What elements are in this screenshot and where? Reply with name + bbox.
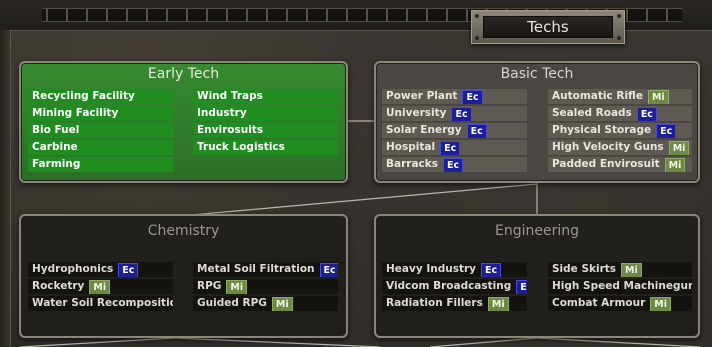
- tech-heavy-industry[interactable]: Heavy Industry Ec: [382, 262, 527, 277]
- tech-label: Hospital: [386, 141, 436, 153]
- tech-sealed-roads[interactable]: Sealed Roads Ec: [548, 106, 692, 121]
- tech-solar-energy[interactable]: Solar Energy Ec: [382, 123, 527, 138]
- tech-label: Side Skirts: [552, 263, 617, 275]
- tech-label: Radiation Fillers: [386, 297, 483, 309]
- tech-label: RPG: [197, 280, 222, 292]
- tech-physical-storage[interactable]: Physical Storage Ec: [548, 123, 692, 138]
- techs-title-plate: Techs: [471, 10, 625, 44]
- panel-early-tech: Early Tech Recycling Facility Mining Fac…: [19, 61, 348, 183]
- tech-side-skirts[interactable]: Side Skirts Mi: [548, 262, 692, 277]
- economy-badge: Ec: [451, 107, 472, 121]
- tech-high-speed-machinegun[interactable]: High Speed MachinegunMi: [548, 279, 692, 294]
- tech-label: Power Plant: [386, 90, 458, 102]
- tech-label: Hydrophonics: [32, 263, 114, 275]
- economy-badge: Ec: [443, 158, 464, 172]
- military-badge: Mi: [271, 297, 293, 311]
- page-title: Techs: [483, 16, 613, 38]
- tech-industry[interactable]: Industry: [193, 106, 338, 121]
- tech-label: Physical Storage: [552, 124, 652, 136]
- tech-high-velocity-guns[interactable]: High Velocity Guns Mi: [548, 140, 692, 155]
- tech-envirosuits[interactable]: Envirosuits: [193, 123, 338, 138]
- economy-badge: Ec: [440, 141, 461, 155]
- tech-automatic-rifle[interactable]: Automatic Rifle Mi: [548, 89, 692, 104]
- tech-radiation-fillers[interactable]: Radiation Fillers Mi: [382, 296, 527, 311]
- tech-label: University: [386, 107, 447, 119]
- military-badge: Mi: [226, 280, 248, 294]
- connector-chemistry-down-right: [174, 337, 381, 347]
- tech-hydrophonics[interactable]: Hydrophonics Ec: [28, 262, 173, 277]
- connector-engineering-down-right: [536, 337, 701, 347]
- tech-label: Water Soil Recompositio.: [32, 297, 173, 309]
- tech-metal-soil-filtration[interactable]: Metal Soil Filtration Ec: [193, 262, 338, 277]
- tech-power-plant[interactable]: Power Plant Ec: [382, 89, 527, 104]
- military-badge: Mi: [668, 141, 690, 155]
- tech-wind-traps[interactable]: Wind Traps: [193, 89, 338, 104]
- panel-title-early-tech: Early Tech: [147, 66, 220, 82]
- tech-water-soil-recomposition[interactable]: Water Soil Recompositio.Ec: [28, 296, 173, 311]
- tech-label: Sealed Roads: [552, 107, 632, 119]
- economy-badge: Ec: [466, 124, 487, 138]
- tech-hospital[interactable]: Hospital Ec: [382, 140, 527, 155]
- tech-label: Padded Envirosuit: [552, 158, 660, 170]
- panel-basic-tech: Basic Tech Power Plant Ec University Ec So…: [374, 61, 700, 183]
- panel-title-engineering: Engineering: [495, 223, 579, 239]
- tech-vidcom-broadcasting[interactable]: Vidcom Broadcasting Ec: [382, 279, 527, 294]
- tech-guided-rpg[interactable]: Guided RPG Mi: [193, 296, 338, 311]
- tech-rocketry[interactable]: Rocketry Mi: [28, 279, 173, 294]
- tech-label: High Speed Machinegun: [552, 280, 692, 292]
- economy-badge: Ec: [481, 263, 502, 277]
- economy-badge: Ec: [462, 90, 483, 104]
- tech-rpg[interactable]: RPG Mi: [193, 279, 338, 294]
- economy-badge: Ec: [656, 124, 677, 138]
- panel-title-basic-tech: Basic Tech: [500, 66, 574, 82]
- tech-label: Barracks: [386, 158, 438, 170]
- military-badge: Mi: [664, 158, 686, 172]
- connector-basic-chemistry: [179, 183, 538, 217]
- tech-combat-armour[interactable]: Combat Armour Mi: [548, 296, 692, 311]
- tech-university[interactable]: University Ec: [382, 106, 527, 121]
- panel-title-chemistry: Chemistry: [147, 223, 220, 239]
- tech-label: High Velocity Guns: [552, 141, 664, 153]
- military-badge: Mi: [621, 263, 642, 277]
- tech-padded-envirosuit[interactable]: Padded Envirosuit Mi: [548, 157, 692, 172]
- tech-label: Vidcom Broadcasting: [386, 280, 512, 292]
- tech-label: Guided RPG: [197, 297, 267, 309]
- tech-barracks[interactable]: Barracks Ec: [382, 157, 527, 172]
- economy-badge: Ec: [118, 263, 139, 277]
- tech-label: Rocketry: [32, 280, 85, 292]
- tech-label: Heavy Industry: [386, 263, 477, 275]
- military-badge: Mi: [647, 90, 669, 104]
- tech-mining-facility[interactable]: Mining Facility: [28, 106, 173, 121]
- economy-badge: Ec: [516, 280, 527, 294]
- tech-carbine[interactable]: Carbine: [28, 140, 173, 155]
- military-badge: Mi: [89, 280, 111, 294]
- military-badge: Mi: [487, 297, 509, 311]
- tech-label: Automatic Rifle: [552, 90, 643, 102]
- military-badge: Mi: [650, 297, 671, 311]
- economy-badge: Ec: [319, 263, 338, 277]
- tech-label: Solar Energy: [386, 124, 462, 136]
- economy-badge: Ec: [636, 107, 657, 121]
- tech-recycling-facility[interactable]: Recycling Facility: [28, 89, 173, 104]
- panel-chemistry: Chemistry Hydrophonics Ec Rocketry Mi Wate…: [19, 214, 348, 338]
- tech-label: Combat Armour: [552, 297, 646, 309]
- tech-label: Metal Soil Filtration: [197, 263, 315, 275]
- tech-bio-fuel[interactable]: Bio Fuel: [28, 123, 173, 138]
- connector-chemistry-down-left: [19, 337, 176, 347]
- connector-engineering-down-left: [429, 337, 538, 347]
- tech-truck-logistics[interactable]: Truck Logistics: [193, 140, 338, 155]
- tech-farming[interactable]: Farming: [28, 157, 173, 172]
- panel-engineering: Engineering Heavy Industry Ec Vidcom Broa…: [374, 214, 700, 338]
